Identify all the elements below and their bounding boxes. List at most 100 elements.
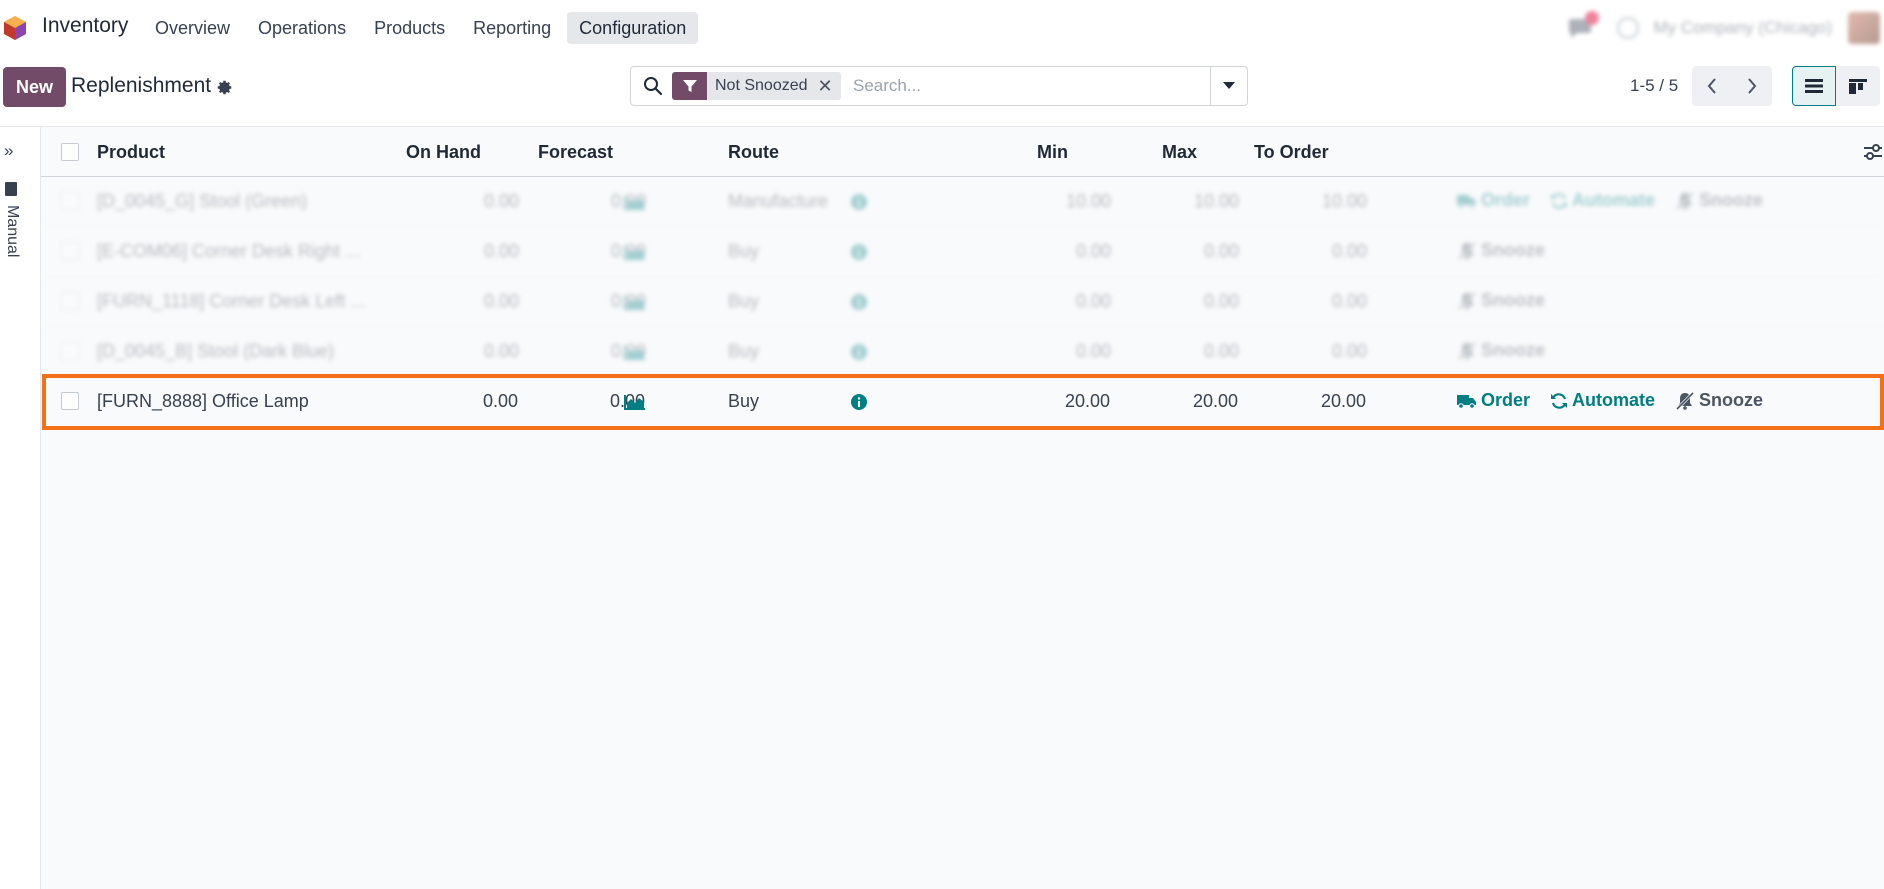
refresh-icon: [1551, 392, 1567, 409]
snooze-label: Snooze: [1481, 290, 1546, 310]
search-facet: Not Snoozed ✕: [672, 72, 841, 100]
info-icon[interactable]: [851, 344, 867, 360]
order-button[interactable]: Order: [1457, 190, 1530, 211]
inventory-app-icon[interactable]: [3, 15, 27, 41]
order-button[interactable]: Order: [1457, 390, 1530, 411]
caret-down-icon: [1223, 82, 1235, 89]
automate-button[interactable]: Automate: [1550, 390, 1655, 411]
forecast-chart-icon[interactable]: [624, 294, 646, 310]
info-icon[interactable]: [851, 244, 867, 260]
forecast-chart-icon[interactable]: [624, 244, 646, 260]
pager-next-button[interactable]: [1732, 66, 1772, 106]
table-row[interactable]: [FURN_1118] Corner Desk Left ... 0.00 0.…: [41, 277, 1884, 327]
snooze-button[interactable]: Snooze: [1457, 290, 1545, 311]
bell-slash-icon: [1457, 241, 1477, 260]
select-all-checkbox[interactable]: [61, 143, 79, 161]
forecast-chart-icon[interactable]: [624, 344, 646, 360]
row-checkbox[interactable]: [61, 192, 79, 210]
to-order-cell: 0.00: [1331, 241, 1367, 261]
product-cell: [D_0045_G] Stool (Green): [97, 191, 308, 211]
kanban-view-icon: [1849, 79, 1867, 94]
min-cell: 0.00: [1075, 341, 1111, 361]
on-hand-cell: 0.00: [483, 291, 519, 311]
panel-category-label[interactable]: Manual: [3, 205, 21, 257]
menu-operations[interactable]: Operations: [246, 12, 358, 44]
snooze-label: Snooze: [1699, 390, 1764, 410]
chevron-right-icon: [1748, 78, 1757, 94]
table-row[interactable]: [D_0045_G] Stool (Green) 0.00 0.00 Manuf…: [41, 177, 1884, 227]
close-icon[interactable]: ✕: [814, 72, 841, 100]
row-checkbox[interactable]: [61, 342, 79, 360]
product-cell: [D_0045_B] Stool (Dark Blue): [97, 341, 335, 361]
company-switcher[interactable]: My Company (Chicago): [1653, 18, 1832, 38]
info-icon[interactable]: [851, 394, 867, 410]
snooze-button[interactable]: Snooze: [1675, 390, 1763, 411]
list-view-button[interactable]: [1792, 66, 1836, 106]
max-cell: 0.00: [1203, 241, 1239, 261]
menu-configuration[interactable]: Configuration: [567, 12, 699, 44]
main-menu: Overview Operations Products Reporting C…: [143, 12, 702, 44]
search-input[interactable]: [853, 72, 1203, 100]
search-options-toggle[interactable]: [1210, 67, 1247, 105]
snooze-label: Snooze: [1481, 240, 1546, 260]
info-icon[interactable]: [851, 194, 867, 210]
row-checkbox[interactable]: [61, 392, 79, 410]
row-checkbox[interactable]: [61, 292, 79, 310]
column-max[interactable]: Max: [1162, 142, 1197, 163]
info-icon[interactable]: [851, 294, 867, 310]
folder-icon: [5, 182, 17, 196]
pager-value[interactable]: 1-5 / 5: [1630, 76, 1678, 96]
column-to-order[interactable]: To Order: [1254, 142, 1329, 163]
column-product[interactable]: Product: [97, 142, 165, 163]
column-on-hand[interactable]: On Hand: [406, 142, 481, 163]
new-button[interactable]: New: [3, 67, 66, 107]
refresh-icon: [1551, 192, 1567, 209]
menu-overview[interactable]: Overview: [143, 12, 242, 44]
bell-slash-icon: [1675, 391, 1695, 410]
snooze-button[interactable]: Snooze: [1457, 240, 1545, 261]
route-cell: Buy: [728, 391, 760, 411]
app-name[interactable]: Inventory: [42, 14, 128, 38]
column-forecast[interactable]: Forecast: [538, 142, 613, 163]
table-row[interactable]: [E-COM06] Corner Desk Right ... 0.00 0.0…: [41, 227, 1884, 277]
menu-reporting[interactable]: Reporting: [461, 12, 563, 44]
automate-label: Automate: [1572, 390, 1656, 410]
pager-previous-button[interactable]: [1692, 66, 1732, 106]
snooze-label: Snooze: [1481, 340, 1546, 360]
truck-icon: [1457, 194, 1476, 209]
to-order-cell: 20.00: [1320, 391, 1366, 411]
route-cell: Buy: [728, 341, 760, 361]
filter-icon: [672, 72, 707, 100]
expand-panel-icon[interactable]: »: [4, 141, 13, 161]
forecast-chart-icon[interactable]: [624, 394, 646, 410]
min-cell: 10.00: [1065, 191, 1111, 211]
column-route[interactable]: Route: [728, 142, 779, 163]
max-cell: 0.00: [1203, 291, 1239, 311]
messaging-icon[interactable]: [1567, 11, 1600, 39]
column-min[interactable]: Min: [1037, 142, 1068, 163]
table-row[interactable]: [D_0045_B] Stool (Dark Blue) 0.00 0.00 B…: [41, 327, 1884, 377]
gear-icon[interactable]: [216, 79, 233, 96]
on-hand-cell: 0.00: [483, 191, 519, 211]
on-hand-cell: 0.00: [483, 241, 519, 261]
search-icon[interactable]: [643, 76, 663, 96]
row-checkbox[interactable]: [61, 242, 79, 260]
activity-icon[interactable]: [1617, 17, 1640, 39]
top-navbar: Inventory Overview Operations Products R…: [0, 0, 1884, 55]
user-avatar[interactable]: [1848, 12, 1880, 44]
to-order-cell: 0.00: [1331, 341, 1367, 361]
snooze-button[interactable]: Snooze: [1457, 340, 1545, 361]
kanban-view-button[interactable]: [1836, 66, 1880, 106]
bell-slash-icon: [1457, 291, 1477, 310]
optional-columns-icon[interactable]: [1862, 143, 1884, 161]
snooze-button[interactable]: Snooze: [1675, 190, 1763, 211]
list-view-icon: [1805, 79, 1823, 93]
automate-label: Automate: [1572, 190, 1656, 210]
to-order-cell: 10.00: [1321, 191, 1367, 211]
automate-button[interactable]: Automate: [1550, 190, 1655, 211]
max-cell: 10.00: [1193, 191, 1239, 211]
table-row-highlighted[interactable]: [FURN_8888] Office Lamp 0.00 0.00 Buy 20…: [42, 374, 1884, 430]
forecast-chart-icon[interactable]: [624, 194, 646, 210]
menu-products[interactable]: Products: [362, 12, 457, 44]
product-cell: [FURN_1118] Corner Desk Left ...: [97, 291, 366, 311]
